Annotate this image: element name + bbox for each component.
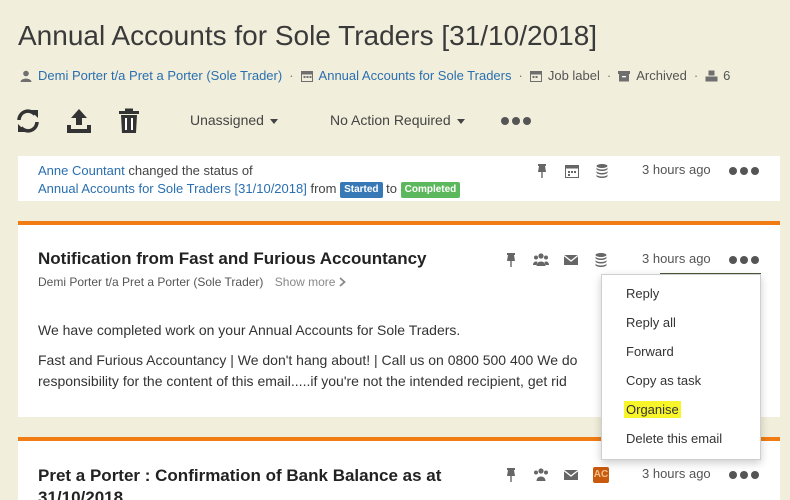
menu-item-reply-all[interactable]: Reply all — [626, 315, 676, 330]
caret-down-icon — [456, 118, 465, 124]
activity-text: Anne Countant changed the status of Annu… — [38, 162, 461, 198]
users-icon[interactable] — [533, 467, 549, 483]
email-title[interactable]: Notification from Fast and Furious Accou… — [38, 248, 427, 270]
more-options-icon[interactable] — [501, 117, 531, 125]
toolbar: Unassigned No Action Required — [16, 108, 576, 136]
envelope-icon[interactable] — [563, 467, 579, 483]
status-badge-started: Started — [340, 182, 383, 198]
status-badge-completed: Completed — [400, 182, 461, 198]
calendar-icon — [300, 70, 313, 82]
envelope-icon[interactable] — [563, 252, 579, 268]
pin-icon[interactable] — [503, 467, 519, 483]
activity-user-link[interactable]: Anne Countant — [38, 163, 125, 178]
email-icons: AC — [503, 467, 609, 483]
user-icon — [20, 70, 32, 82]
calendar-icon — [529, 70, 542, 82]
upload-icon[interactable] — [66, 108, 92, 134]
page-title: Annual Accounts for Sole Traders [31/10/… — [18, 20, 598, 51]
menu-item-delete-email[interactable]: Delete this email — [626, 431, 722, 446]
menu-item-forward[interactable]: Forward — [626, 344, 674, 359]
trash-icon[interactable] — [118, 108, 144, 134]
database-icon[interactable] — [593, 252, 609, 268]
assignee-dropdown[interactable]: Unassigned — [190, 112, 278, 128]
menu-item-copy-as-task[interactable]: Copy as task — [626, 373, 701, 388]
more-options-icon[interactable] — [729, 256, 759, 264]
email-icons — [503, 252, 609, 268]
cubes-icon — [705, 70, 718, 82]
email-sender: Demi Porter t/a Pret a Porter (Sole Trad… — [38, 275, 346, 289]
archive-icon — [618, 70, 631, 82]
more-options-icon[interactable] — [729, 167, 759, 175]
caret-down-icon — [269, 118, 278, 124]
activity-time: 3 hours ago — [642, 162, 711, 177]
job-label[interactable]: Job label — [548, 68, 600, 83]
job-meta-bar: Demi Porter t/a Pret a Porter (Sole Trad… — [20, 68, 730, 83]
email-body-line: responsibility for the content of this e… — [38, 373, 567, 389]
email-body-line: We have completed work on your Annual Ac… — [38, 322, 461, 338]
item-count: 6 — [723, 68, 731, 83]
accounts-badge[interactable]: AC — [593, 467, 609, 483]
chevron-right-icon — [339, 277, 346, 287]
activity-item: Anne Countant changed the status of Annu… — [18, 156, 780, 201]
refresh-icon[interactable] — [16, 108, 42, 134]
client-link[interactable]: Demi Porter t/a Pret a Porter (Sole Trad… — [38, 68, 282, 83]
users-icon[interactable] — [533, 252, 549, 268]
archived-status: Archived — [636, 68, 687, 83]
highlighted-label: Organise — [624, 401, 681, 418]
pin-icon[interactable] — [503, 252, 519, 268]
email-time: 3 hours ago — [642, 251, 711, 266]
job-link[interactable]: Annual Accounts for Sole Traders — [319, 68, 512, 83]
pin-icon[interactable] — [534, 163, 550, 179]
calendar-icon[interactable] — [564, 163, 580, 179]
activity-icons — [534, 163, 610, 179]
activity-job-link[interactable]: Annual Accounts for Sole Traders [31/10/… — [38, 181, 307, 196]
email-title[interactable]: Pret a Porter : Confirmation of Bank Bal… — [38, 465, 441, 500]
email-body-line: Fast and Furious Accountancy | We don't … — [38, 352, 578, 368]
menu-item-organise[interactable]: Organise — [624, 401, 681, 418]
email-actions-menu: Reply Reply all Forward Copy as task Org… — [601, 274, 761, 460]
menu-item-reply[interactable]: Reply — [626, 286, 659, 301]
show-more-link[interactable]: Show more — [275, 275, 346, 289]
email-time: 3 hours ago — [642, 466, 711, 481]
more-options-icon[interactable] — [729, 471, 759, 479]
action-status-dropdown[interactable]: No Action Required — [330, 112, 465, 128]
database-icon[interactable] — [594, 163, 610, 179]
